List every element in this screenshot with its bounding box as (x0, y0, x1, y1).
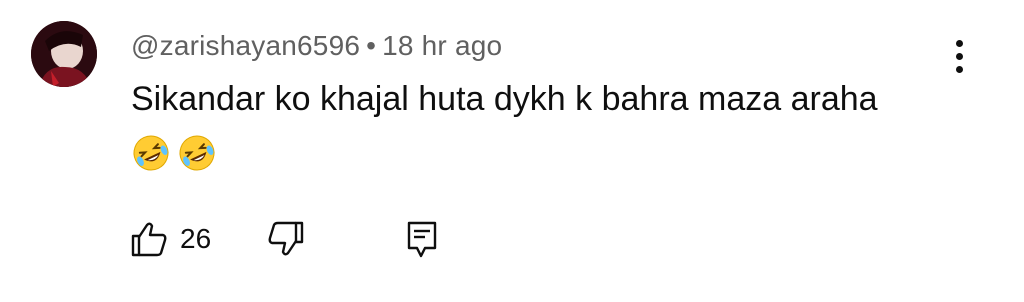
author-handle[interactable]: @zarishayan6596 (131, 30, 360, 61)
rolling-laughing-emoji-icon (133, 135, 169, 171)
meta-separator: • (366, 30, 377, 61)
thumb-up-icon (131, 222, 167, 257)
rolling-laughing-emoji-icon (179, 135, 215, 171)
avatar-image (31, 21, 97, 87)
avatar[interactable] (31, 21, 97, 87)
comment-emoji-line (131, 133, 217, 173)
more-vertical-icon (955, 39, 963, 47)
comment-timestamp[interactable]: 18 hr ago (382, 30, 502, 61)
thumb-down-icon (268, 221, 304, 256)
like-count: 26 (180, 223, 212, 254)
more-options-button[interactable] (944, 36, 974, 76)
comment-text: Sikandar ko khajal huta dykh k bahra maz… (131, 80, 878, 118)
more-vertical-icon-dot (955, 52, 963, 60)
comment-reply-icon (407, 221, 437, 258)
comment-actions: 26 (128, 214, 443, 264)
comment-meta: @zarishayan6596 • 18 hr ago (131, 30, 502, 62)
reply-button[interactable] (401, 218, 443, 260)
more-vertical-icon-dot (955, 65, 963, 73)
like-button[interactable]: 26 (128, 218, 211, 260)
dislike-button[interactable] (265, 218, 307, 260)
comment-card: @zarishayan6596 • 18 hr ago Sikandar ko kh… (0, 0, 1024, 302)
